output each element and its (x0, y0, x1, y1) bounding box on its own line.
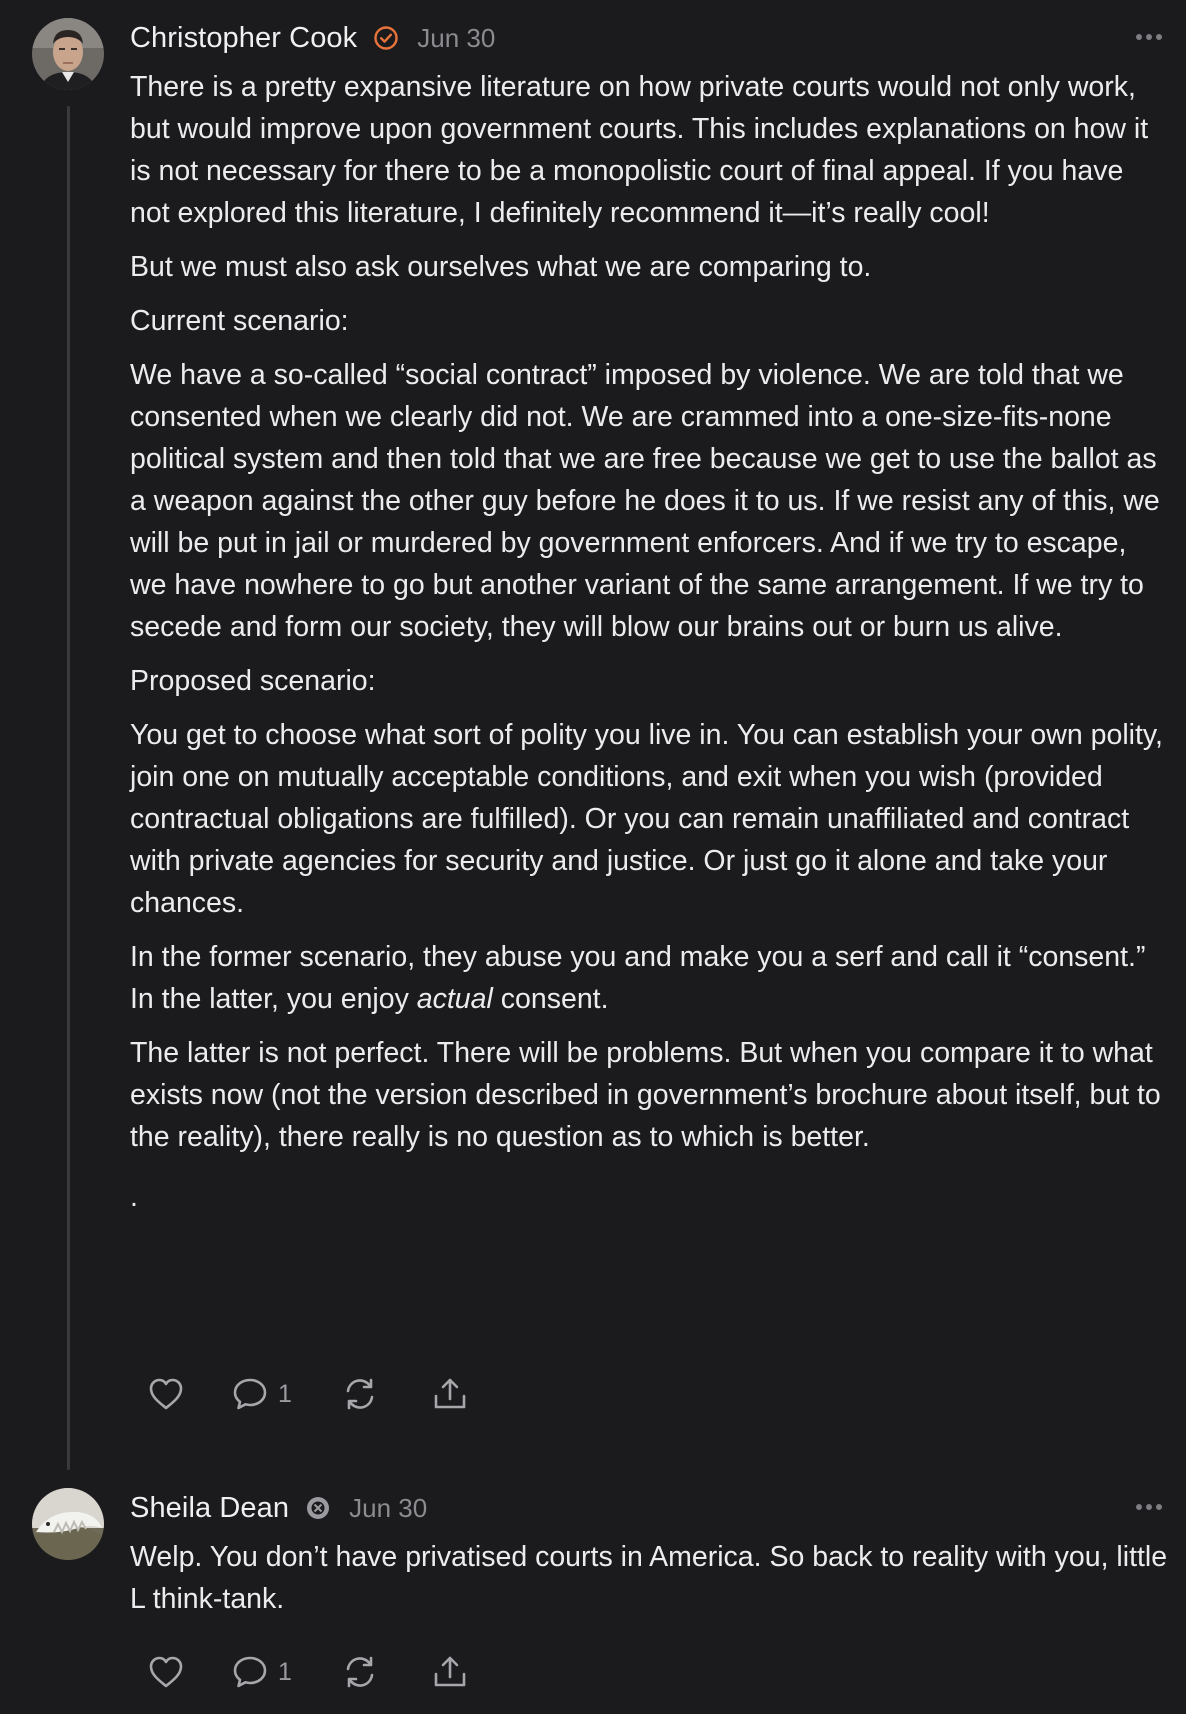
paragraph-text: consent. (492, 983, 609, 1015)
paragraph: There is a pretty expansive literature o… (130, 71, 1149, 229)
paragraph: In the former scenario, they abuse you a… (130, 936, 1170, 1020)
reply-count: 1 (278, 1657, 292, 1686)
comment-sheila-dean: Sheila Dean Jun 30 Welp. You don’t have … (0, 1470, 1186, 1714)
paragraph: Current scenario: (130, 305, 349, 337)
author-name[interactable]: Christopher Cook (130, 22, 357, 55)
paragraph-text: In the former scenario, they abuse you a… (130, 941, 1146, 1015)
paragraph: . (130, 1181, 138, 1213)
more-options-button[interactable] (1136, 33, 1162, 41)
avatar[interactable] (32, 1488, 104, 1560)
check-badge-icon (373, 25, 399, 51)
comment-christopher-cook: Christopher Cook Jun 30 There is a prett… (0, 0, 1186, 1470)
comment-header: Christopher Cook Jun 30 (130, 18, 495, 58)
comment-date[interactable]: Jun 30 (349, 1493, 427, 1524)
share-icon (434, 1656, 466, 1687)
more-dot (1146, 1504, 1152, 1510)
comment-icon (233, 1656, 267, 1688)
comment-body: There is a pretty expansive literature o… (130, 66, 1170, 1230)
more-dot (1156, 1504, 1162, 1510)
more-dot (1146, 34, 1152, 40)
reply-button[interactable]: 1 (232, 1650, 292, 1694)
more-dot (1156, 34, 1162, 40)
restack-button[interactable] (342, 1372, 378, 1416)
paragraph: You get to choose what sort of polity yo… (130, 719, 1163, 919)
reply-count: 1 (278, 1379, 292, 1408)
restack-button[interactable] (342, 1650, 378, 1694)
restack-icon (346, 1656, 374, 1688)
avatar[interactable] (32, 18, 104, 90)
share-button[interactable] (432, 1650, 468, 1694)
restack-icon (346, 1378, 374, 1410)
like-button[interactable] (148, 1372, 184, 1416)
more-options-button[interactable] (1136, 1503, 1162, 1511)
heart-icon (149, 1656, 183, 1688)
paragraph: Proposed scenario: (130, 665, 376, 697)
more-dot (1136, 1504, 1142, 1510)
thread-line (67, 106, 70, 1470)
emphasis-text: actual (416, 983, 493, 1015)
paragraph: Welp. You don’t have privatised courts i… (130, 1541, 1168, 1615)
paragraph: But we must also ask ourselves what we a… (130, 251, 872, 283)
comment-header: Sheila Dean Jun 30 (130, 1488, 427, 1528)
comment-icon (233, 1378, 267, 1410)
share-button[interactable] (432, 1372, 468, 1416)
like-button[interactable] (148, 1650, 184, 1694)
paragraph: The latter is not perfect. There will be… (130, 1037, 1161, 1153)
author-name[interactable]: Sheila Dean (130, 1492, 289, 1525)
more-dot (1136, 34, 1142, 40)
emblem-badge-icon (305, 1495, 331, 1521)
paragraph: We have a so-called “social contract” im… (130, 359, 1160, 643)
comment-body: Welp. You don’t have privatised courts i… (130, 1536, 1170, 1632)
heart-icon (149, 1378, 183, 1410)
share-icon (434, 1378, 466, 1409)
reply-button[interactable]: 1 (232, 1372, 292, 1416)
comment-date[interactable]: Jun 30 (417, 23, 495, 54)
